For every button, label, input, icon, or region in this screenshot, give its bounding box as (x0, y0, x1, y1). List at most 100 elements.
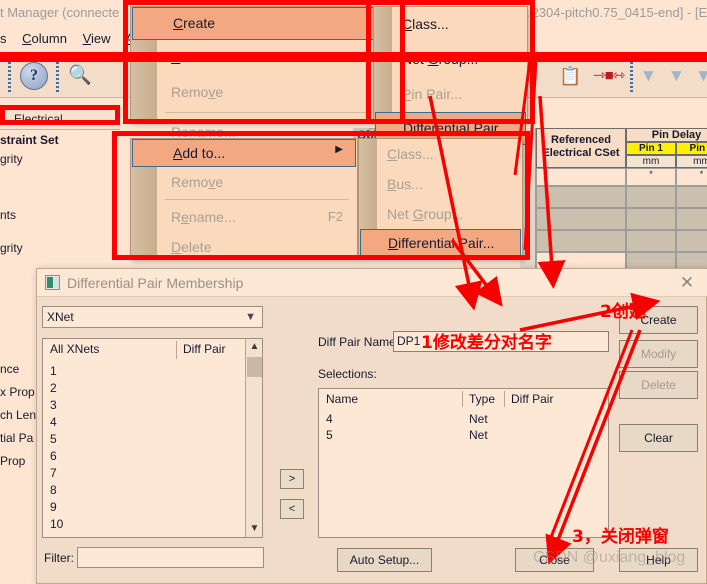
menu-item-create[interactable]: Create ▶ (132, 7, 396, 40)
listbox-items[interactable]: 1 2 3 4 5 6 7 8 9 10 (50, 363, 63, 533)
menu-item-rename: Rename... F2 (131, 202, 357, 232)
grid-cell[interactable] (536, 186, 626, 208)
move-left-button[interactable]: < (280, 499, 304, 519)
menu-item-delete: Delete (171, 239, 212, 255)
menu-item-differential-pair[interactable]: Differential Pair... (360, 229, 521, 257)
left-panel-row-1[interactable]: grity (0, 152, 120, 166)
scroll-up-icon[interactable]: ▲ (246, 339, 263, 355)
menu-item-net-group[interactable]: Net Group... (374, 42, 527, 77)
column-divider (176, 341, 177, 359)
col-name: Name (326, 392, 359, 406)
diff-pair-name-input[interactable]: DP1 (393, 331, 609, 352)
menu-item-add-to[interactable]: Add to... ▶ (132, 139, 356, 167)
selections-table-header: Name Type Diff Pair (319, 389, 608, 409)
modify-button: Modify (619, 340, 698, 368)
list-item[interactable]: 8 (50, 482, 63, 499)
auto-setup-button[interactable]: Auto Setup... (337, 548, 432, 572)
scrollbar-thumb[interactable] (247, 357, 262, 377)
help-icon[interactable]: ? (20, 62, 48, 90)
toolbar-separator (8, 60, 11, 92)
report-icon[interactable]: 📋 (559, 62, 587, 90)
list-item[interactable]: 6 (50, 448, 63, 465)
left-panel-header: Electrical (0, 110, 120, 130)
grid-unit-pin2: mm (676, 155, 707, 168)
context-submenu-top[interactable]: Class... Net Group... Pin Pair... Differ… (373, 6, 528, 145)
grid-col-pin1: Pin 1 (626, 142, 676, 155)
col-diff-pair: Diff Pair (511, 392, 554, 406)
grid-cell[interactable] (626, 230, 676, 252)
menu-item-add-to[interactable]: Add to... ▶ (131, 40, 397, 75)
grid-cell[interactable] (626, 208, 676, 230)
window-title-left: t Manager (connecte (0, 5, 120, 20)
grid-cell[interactable] (536, 168, 626, 186)
scroll-down-icon[interactable]: ▼ (246, 521, 263, 537)
grid-cell[interactable]: * (676, 168, 707, 186)
grid-cell[interactable] (676, 208, 707, 230)
grid-col-pin-delay: Pin Delay (626, 128, 707, 142)
all-xnets-listbox[interactable]: All XNets Diff Pair 1 2 3 4 5 6 7 8 9 10… (42, 338, 263, 538)
cell-type: Net (469, 428, 488, 442)
selections-table[interactable]: Name Type Diff Pair 4 Net 5 Net (318, 388, 609, 538)
left-panel-row-2[interactable]: nts (0, 208, 120, 222)
chevron-down-icon[interactable]: ▼ (245, 307, 256, 327)
menu-item-net-group: Net Group... (387, 206, 464, 222)
selections-label: Selections: (318, 367, 377, 381)
listbox-header: All XNets Diff Pair (43, 339, 262, 361)
binoculars-icon[interactable]: 🔍 (68, 62, 96, 90)
list-item[interactable]: 2 (50, 380, 63, 397)
toolbar-separator (56, 60, 59, 92)
filter-icon[interactable]: ▼ (695, 62, 707, 90)
diff-pair-name-label: Diff Pair Name: (318, 335, 400, 349)
listbox-scrollbar[interactable]: ▲ ▼ (245, 339, 262, 537)
menu-item-bus: Bus... (387, 176, 423, 192)
table-row[interactable]: 5 Net (319, 427, 608, 443)
menubar-item-column[interactable]: Column (22, 31, 67, 46)
list-item[interactable]: 9 (50, 499, 63, 516)
grid-cell[interactable]: * (626, 168, 676, 186)
list-item[interactable]: 10 (50, 516, 63, 533)
grid-col-pin2: Pin 2 (676, 142, 707, 155)
col-type: Type (469, 392, 496, 406)
left-panel-row-0[interactable]: straint Set (0, 133, 120, 147)
grid-cell[interactable] (676, 186, 707, 208)
menu-item-shortcut: F2 (327, 209, 343, 224)
grid-cell[interactable] (676, 230, 707, 252)
padstack-icon[interactable]: ⇾■⇿ (593, 62, 625, 90)
toolbar-separator (630, 60, 633, 92)
context-menu-bottom[interactable]: Add to... ▶ Remove Rename... F2 Delete (130, 138, 358, 260)
filter-clear-icon[interactable]: ▼ (668, 62, 696, 90)
context-menu-top[interactable]: Create ▶ Add to... ▶ Remove Rename... F2 (130, 6, 398, 140)
grid-cell[interactable] (536, 230, 626, 252)
list-item[interactable]: 1 (50, 363, 63, 380)
filter-refresh-icon[interactable]: ▼ (640, 62, 668, 90)
grid-cell[interactable] (626, 186, 676, 208)
list-item[interactable]: 3 (50, 397, 63, 414)
menubar-item-view[interactable]: View (83, 31, 111, 46)
list-item[interactable]: 4 (50, 414, 63, 431)
list-item[interactable]: 7 (50, 465, 63, 482)
help-button[interactable]: Help (619, 548, 698, 572)
filter-label: Filter: (44, 551, 74, 565)
clear-button[interactable]: Clear (619, 424, 698, 452)
list-item[interactable]: 5 (50, 431, 63, 448)
menubar-item-0[interactable]: s (0, 31, 7, 46)
context-submenu-bottom[interactable]: Class... Bus... Net Group... Differentia… (358, 138, 523, 260)
filter-input[interactable] (77, 547, 264, 568)
table-row[interactable]: 4 Net (319, 411, 608, 427)
menu-item-remove: Remove (171, 174, 224, 190)
move-right-button[interactable]: > (280, 469, 304, 489)
object-type-select[interactable]: XNet ▼ (42, 306, 263, 328)
create-button[interactable]: Create (619, 306, 698, 334)
grid-col-referenced-cset: Referenced Electrical CSet (536, 128, 626, 168)
close-icon[interactable]: ✕ (676, 272, 698, 294)
chevron-right-icon: ▶ (335, 144, 343, 155)
left-panel-row-3[interactable]: grity (0, 241, 120, 255)
close-button[interactable]: Close (515, 548, 594, 572)
column-divider (504, 391, 505, 407)
menu-separator (165, 112, 389, 113)
menu-item-class[interactable]: Class... (374, 7, 527, 42)
delete-button: Delete (619, 371, 698, 399)
cell-name: 4 (326, 412, 333, 426)
grid-cell[interactable] (536, 208, 626, 230)
menu-item-label: r (183, 15, 188, 31)
